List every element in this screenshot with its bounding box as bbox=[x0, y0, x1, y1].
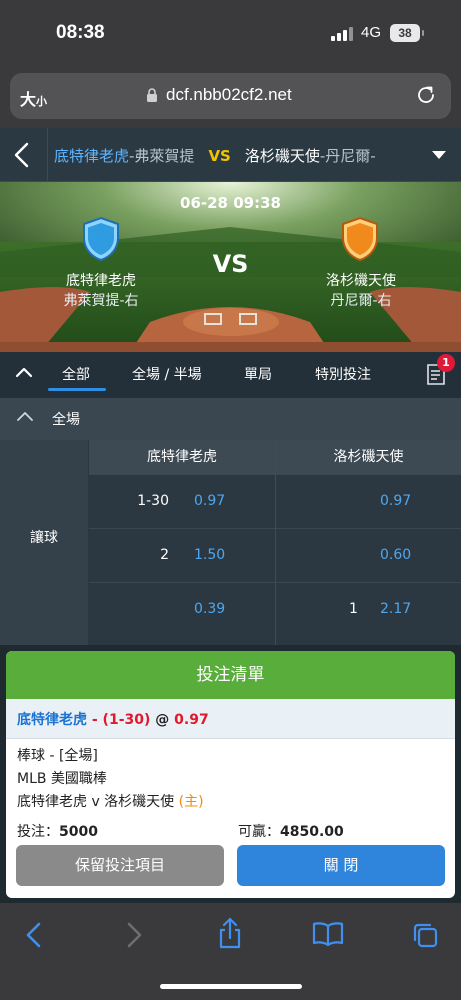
odds-value: 1.50 bbox=[194, 547, 226, 563]
banner-away-team-name: 洛杉磯天使 bbox=[326, 273, 396, 289]
tab-full-half[interactable]: 全場 / 半場 bbox=[132, 364, 202, 384]
address-bar[interactable]: 大小 dcf.nbb02cf2.net bbox=[10, 73, 451, 119]
home-odds-cell[interactable]: 1-30 0.97 bbox=[89, 474, 275, 527]
banner-away-team: 洛杉磯天使 丹尼爾-右 bbox=[286, 270, 436, 310]
bet-slip: 投注清單 底特律老虎 - (1-30) @ 0.97 棒球 - [全場] MLB… bbox=[6, 651, 455, 898]
home-column-header: 底特律老虎 bbox=[89, 440, 275, 474]
network-type: 4G bbox=[361, 24, 382, 41]
tabs-icon[interactable] bbox=[411, 921, 439, 949]
stake: 投注：5000 bbox=[17, 824, 98, 840]
collapse-caret-icon[interactable] bbox=[15, 366, 33, 378]
sport-line: 棒球 - [全場] bbox=[17, 748, 98, 764]
reload-icon[interactable] bbox=[415, 84, 437, 106]
odds-value: 0.97 bbox=[194, 493, 226, 509]
handicap: 1 bbox=[349, 601, 358, 617]
safari-forward-icon[interactable] bbox=[124, 921, 144, 949]
browser-toolbar bbox=[0, 903, 461, 1000]
section-header-full-game[interactable]: 全場 bbox=[0, 398, 461, 440]
status-bar: 08:38 4G 38 bbox=[0, 0, 461, 68]
handicap: 2 bbox=[160, 547, 169, 563]
odds-value: 0.39 bbox=[194, 601, 226, 617]
away-odds-cell[interactable]: 0.97 bbox=[276, 474, 461, 527]
selection-summary: 底特律老虎 - (1-30) @ 0.97 bbox=[17, 712, 209, 728]
bet-selection: 底特律老虎 - (1-30) @ 0.97 bbox=[6, 699, 455, 739]
league-line: MLB 美國職棒 bbox=[17, 771, 107, 787]
share-icon[interactable] bbox=[217, 917, 243, 949]
banner-home-team-name: 底特律老虎 bbox=[66, 273, 136, 289]
section-label: 全場 bbox=[52, 412, 80, 428]
banner-away-pitcher: 丹尼爾-右 bbox=[330, 293, 392, 309]
home-odds-cell[interactable]: 2 1.50 bbox=[89, 528, 275, 581]
safari-back-icon[interactable] bbox=[24, 921, 44, 949]
section-caret-icon bbox=[17, 412, 33, 421]
home-indicator bbox=[160, 984, 302, 989]
away-odds-cell[interactable]: 1 2.17 bbox=[276, 582, 461, 635]
header-home-team: 底特律老虎 bbox=[54, 147, 130, 165]
banner-home-pitcher: 弗萊賀提-右 bbox=[63, 293, 139, 309]
status-time: 08:38 bbox=[56, 22, 105, 43]
market-tabs: 全部 全場 / 半場 單局 特別投注 1 bbox=[0, 352, 461, 398]
close-button[interactable]: 關 閉 bbox=[237, 845, 445, 886]
odds-value: 2.17 bbox=[380, 601, 412, 617]
match-header: 底特律老虎-弗萊賀提 VS 洛杉磯天使-丹尼爾- bbox=[0, 128, 461, 182]
bet-slip-title: 投注清單 bbox=[6, 651, 455, 699]
odds-table: 讓球 底特律老虎 洛杉磯天使 1-30 0.97 0.97 2 1.50 0.6… bbox=[0, 440, 461, 645]
away-odds-cell[interactable]: 0.60 bbox=[276, 528, 461, 581]
odds-value: 0.97 bbox=[380, 493, 412, 509]
bookmarks-icon[interactable] bbox=[312, 921, 344, 947]
header-vs: VS bbox=[208, 147, 231, 165]
match-title: 底特律老虎-弗萊賀提 VS 洛杉磯天使-丹尼爾- bbox=[54, 145, 416, 166]
match-datetime: 06-28 09:38 bbox=[180, 194, 281, 212]
tab-all[interactable]: 全部 bbox=[62, 364, 90, 384]
market-label: 讓球 bbox=[30, 530, 58, 546]
dropdown-icon[interactable] bbox=[431, 150, 447, 160]
home-tag: (主) bbox=[178, 794, 204, 810]
back-button[interactable] bbox=[0, 128, 48, 182]
odds-value: 0.60 bbox=[380, 547, 412, 563]
text-size-button[interactable]: 大小 bbox=[20, 86, 47, 110]
market-column: 讓球 bbox=[0, 440, 88, 645]
battery-icon: 38 bbox=[390, 24, 424, 42]
header-away-team: 洛杉磯天使 bbox=[244, 147, 320, 165]
tab-special[interactable]: 特別投注 bbox=[315, 364, 371, 384]
handicap: 1-30 bbox=[137, 493, 169, 509]
potential-win: 可贏：4850.00 bbox=[238, 824, 344, 840]
banner-home-team: 底特律老虎 弗萊賀提-右 bbox=[26, 270, 176, 310]
bet-count-badge: 1 bbox=[437, 354, 455, 372]
back-chevron-icon bbox=[14, 142, 29, 168]
signal-icon bbox=[331, 27, 353, 41]
header-home-pitcher: -弗萊賀提 bbox=[129, 147, 195, 165]
lock-icon bbox=[147, 88, 157, 102]
match-banner: 06-28 09:38 VS 底特律老虎 弗萊賀提-右 洛杉磯天使 丹尼爾-右 bbox=[0, 182, 461, 352]
active-tab-indicator bbox=[48, 388, 106, 391]
home-odds-cell[interactable]: 0.39 bbox=[89, 582, 275, 635]
away-column-header: 洛杉磯天使 bbox=[276, 440, 461, 474]
matchup-line: 底特律老虎 v 洛杉磯天使 (主) bbox=[17, 794, 204, 810]
keep-selections-button[interactable]: 保留投注項目 bbox=[16, 845, 224, 886]
tab-inning[interactable]: 單局 bbox=[244, 364, 272, 384]
url-text[interactable]: dcf.nbb02cf2.net bbox=[166, 85, 292, 105]
browser-address-area: 大小 dcf.nbb02cf2.net bbox=[0, 68, 461, 128]
header-away-pitcher: -丹尼爾- bbox=[319, 147, 376, 165]
